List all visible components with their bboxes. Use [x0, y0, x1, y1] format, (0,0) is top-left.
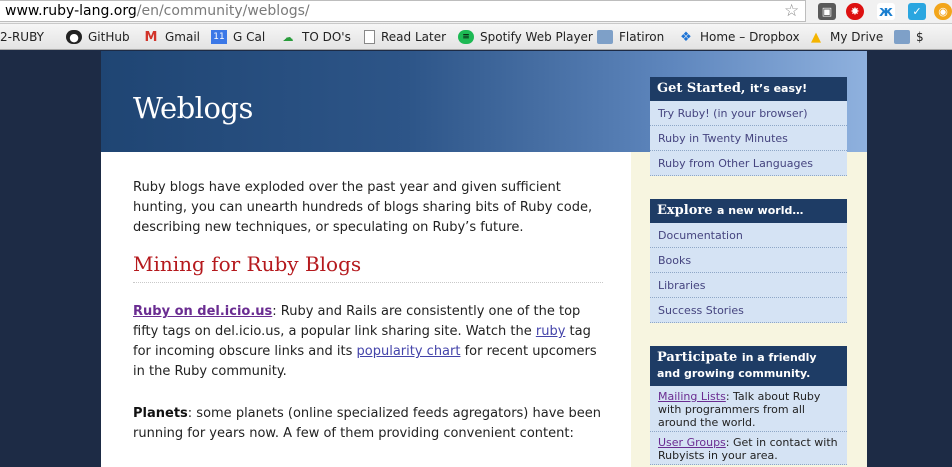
browser-toolbar: www.ruby-lang.org/en/community/weblogs/ … — [0, 0, 952, 24]
main-content: Ruby blogs have exploded over the past y… — [133, 178, 603, 466]
bookmarks-bar: 2-RUBY ● GitHub M Gmail 11 G Cal ☁ TO DO… — [0, 24, 952, 50]
bookmark-star-icon[interactable]: ☆ — [784, 0, 799, 22]
bookmark-item[interactable]: ≡ Spotify Web Player — [458, 24, 593, 49]
explore-box: Explore a new world… Documentation Books… — [650, 199, 847, 323]
bookmark-item[interactable]: ❖ Home – Dropbox — [678, 24, 800, 49]
intro-paragraph: Ruby blogs have exploded over the past y… — [133, 180, 593, 235]
sidebar-item-books[interactable]: Books — [650, 248, 847, 273]
page-container: Weblogs Ruby blogs have exploded over th… — [101, 51, 867, 467]
adblock-icon[interactable]: ✸ — [846, 3, 864, 20]
folder-icon — [894, 30, 910, 44]
gmail-icon: M — [144, 29, 158, 45]
extension-icon[interactable]: ▣ — [818, 3, 836, 20]
bookmark-label: Spotify Web Player — [480, 30, 593, 44]
mailing-lists-link[interactable]: Mailing Lists — [658, 390, 726, 403]
bookmark-label: G Cal — [233, 30, 266, 44]
sidebar-item-documentation[interactable]: Documentation — [650, 223, 847, 248]
sidebar-item-libraries[interactable]: Libraries — [650, 273, 847, 298]
delicious-paragraph: Ruby on del.icio.us: Ruby and Rails are … — [133, 304, 597, 379]
delicious-link[interactable]: Ruby on del.icio.us — [133, 304, 272, 319]
dropbox-icon: ❖ — [680, 29, 692, 45]
get-started-box: Get Started, it’s easy! Try Ruby! (in yo… — [650, 77, 847, 176]
user-groups-link[interactable]: User Groups — [658, 436, 726, 449]
section-heading: Mining for Ruby Blogs — [133, 254, 603, 283]
bookmark-item[interactable]: ☁ TO DO's — [280, 24, 351, 49]
bookmark-item[interactable]: 2-RUBY — [0, 24, 44, 49]
sidebar-item-try-ruby[interactable]: Try Ruby! (in your browser) — [650, 101, 847, 126]
calendar-icon: 11 — [211, 30, 227, 44]
bookmark-item[interactable]: ● GitHub — [66, 24, 130, 49]
bookmark-item[interactable]: Flatiron — [597, 24, 665, 49]
bookmark-label: GitHub — [88, 30, 130, 44]
mailing-lists-item: Mailing Lists: Talk about Ruby with prog… — [650, 386, 847, 432]
bookmark-item[interactable]: $ — [894, 24, 924, 49]
butterfly-icon[interactable]: ж — [877, 3, 895, 20]
drive-icon: ▲ — [811, 29, 821, 45]
planets-label: Planets — [133, 406, 188, 421]
popularity-chart-link[interactable]: popularity chart — [357, 344, 461, 359]
bookmark-label: Home – Dropbox — [700, 30, 800, 44]
bookmark-label: 2-RUBY — [0, 30, 44, 44]
ruby-tag-link[interactable]: ruby — [536, 324, 566, 339]
planets-paragraph: Planets: some planets (online specialize… — [133, 406, 602, 441]
sidebar-item-twenty-minutes[interactable]: Ruby in Twenty Minutes — [650, 126, 847, 151]
todo-icon: ☁ — [282, 30, 294, 44]
user-groups-item: User Groups: Get in contact with Rubyist… — [650, 432, 847, 465]
bookmark-label: Gmail — [165, 30, 201, 44]
address-bar[interactable]: www.ruby-lang.org/en/community/weblogs/ — [0, 0, 806, 22]
bookmark-label: Flatiron — [619, 30, 665, 44]
sidebar-item-other-languages[interactable]: Ruby from Other Languages — [650, 151, 847, 176]
extension-icon-2[interactable]: ◉ — [934, 3, 952, 20]
explore-header: Explore a new world… — [650, 199, 847, 223]
bookmark-label: TO DO's — [302, 30, 351, 44]
bookmark-item[interactable]: 11 G Cal — [211, 24, 266, 49]
bookmark-label: My Drive — [830, 30, 884, 44]
checkmark-icon[interactable]: ✓ — [908, 3, 926, 20]
get-started-header: Get Started, it’s easy! — [650, 77, 847, 101]
bookmark-item[interactable]: ▲ My Drive — [808, 24, 884, 49]
participate-box: Participate in a friendly and growing co… — [650, 346, 847, 465]
bookmark-item[interactable]: M Gmail — [143, 24, 201, 49]
participate-header: Participate in a friendly and growing co… — [650, 346, 847, 386]
sidebar-item-success-stories[interactable]: Success Stories — [650, 298, 847, 323]
bookmark-item[interactable]: Read Later — [364, 24, 447, 49]
page-icon — [364, 30, 375, 44]
folder-icon — [597, 30, 613, 44]
bookmark-label: $ — [916, 30, 924, 44]
url-host: www.ruby-lang.org — [5, 3, 137, 19]
page-title: Weblogs — [133, 91, 253, 125]
bookmark-label: Read Later — [381, 30, 447, 44]
url-path: /en/community/weblogs/ — [136, 3, 310, 19]
github-icon: ● — [66, 30, 82, 44]
spotify-icon: ≡ — [458, 30, 474, 44]
